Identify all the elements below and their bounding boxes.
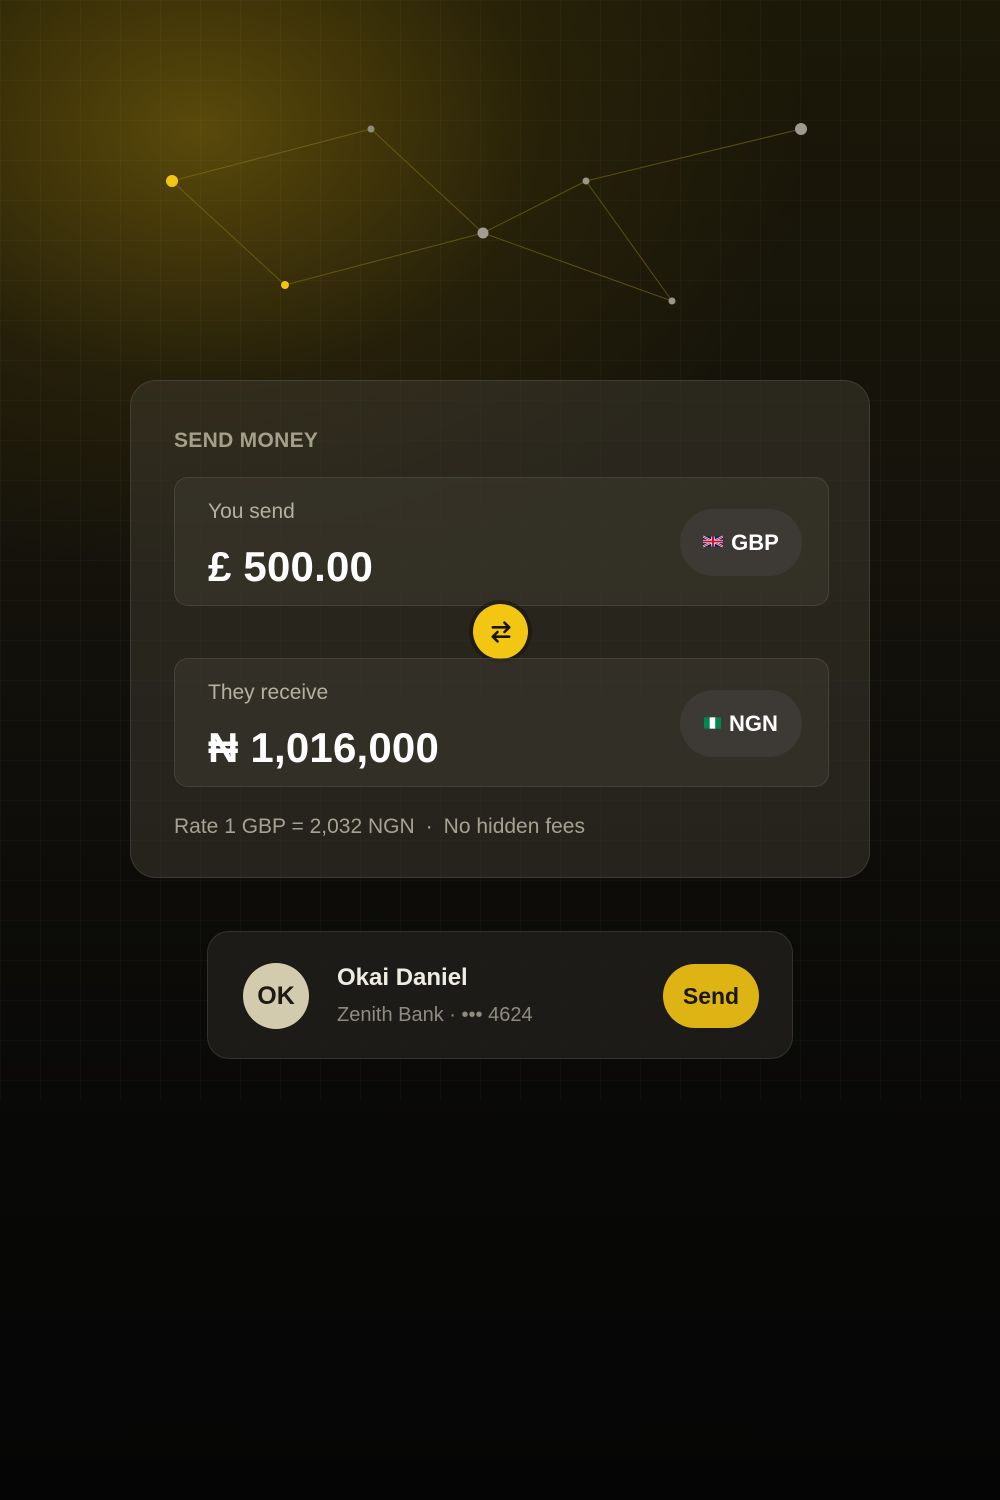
send-currency-selector[interactable]: GBP: [680, 509, 802, 576]
swap-arrows-icon: [491, 620, 510, 643]
exchange-rate-info: Rate 1 GBP = 2,032 NGN · No hidden fees: [174, 815, 585, 839]
send-money-card: SEND MONEY You send £ 500.00 GBP They re…: [130, 380, 870, 878]
constellation-star: [281, 281, 289, 289]
avatar: OK: [243, 963, 309, 1029]
receive-amount-value: ₦ 1,016,000: [208, 724, 440, 771]
card-title: SEND MONEY: [174, 429, 319, 452]
constellation-star: [166, 175, 178, 187]
recipient-account-number: ••• 4624: [461, 1004, 533, 1026]
swap-currencies-button[interactable]: [473, 604, 528, 659]
receive-currency-code: NGN: [729, 710, 778, 736]
receive-amount-box: They receive ₦ 1,016,000 NGN: [174, 658, 829, 787]
recipient-account-info: Zenith Bank · ••• 4624: [337, 1004, 533, 1027]
constellation-star: [477, 227, 489, 239]
recipient-card[interactable]: OK Okai Daniel Zenith Bank · ••• 4624 Se…: [207, 931, 793, 1059]
constellation-star: [668, 297, 676, 305]
account-separator: ·: [449, 1004, 456, 1026]
rate-separator: ·: [425, 815, 433, 838]
send-button[interactable]: Send: [663, 964, 759, 1028]
recipient-bank: Zenith Bank: [337, 1004, 444, 1026]
constellation-star: [367, 125, 375, 133]
receive-currency-selector[interactable]: NGN: [680, 690, 802, 757]
uk-flag-icon: [703, 535, 724, 548]
constellation-star: [582, 177, 590, 185]
send-amount-box[interactable]: You send £ 500.00 GBP: [174, 477, 829, 606]
nigeria-flag-icon: [704, 716, 722, 729]
send-currency-code: GBP: [731, 529, 779, 555]
exchange-rate: Rate 1 GBP = 2,032 NGN: [174, 815, 415, 838]
recipient-name: Okai Daniel: [337, 964, 468, 991]
receive-amount-label: They receive: [208, 681, 329, 704]
send-amount-label: You send: [208, 500, 295, 523]
send-amount-value[interactable]: £ 500.00: [208, 543, 373, 591]
fees-note: No hidden fees: [443, 815, 585, 838]
constellation-decoration: [166, 123, 807, 305]
constellation-star: [795, 123, 807, 135]
